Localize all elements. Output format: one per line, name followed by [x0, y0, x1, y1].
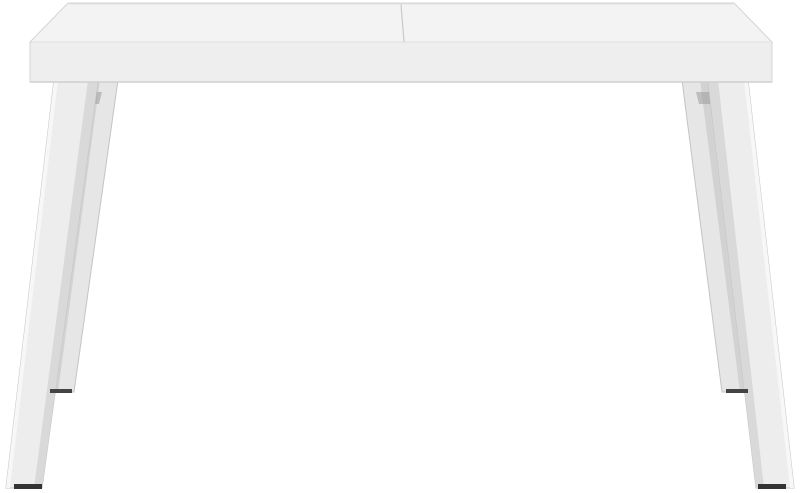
- front-right-foot: [758, 484, 786, 489]
- product-photo: [0, 0, 800, 493]
- back-right-foot: [726, 389, 748, 393]
- white-table-illustration: [5, 2, 795, 489]
- back-left-foot: [50, 389, 72, 393]
- front-left-foot: [14, 484, 42, 489]
- table-top: [28, 2, 774, 83]
